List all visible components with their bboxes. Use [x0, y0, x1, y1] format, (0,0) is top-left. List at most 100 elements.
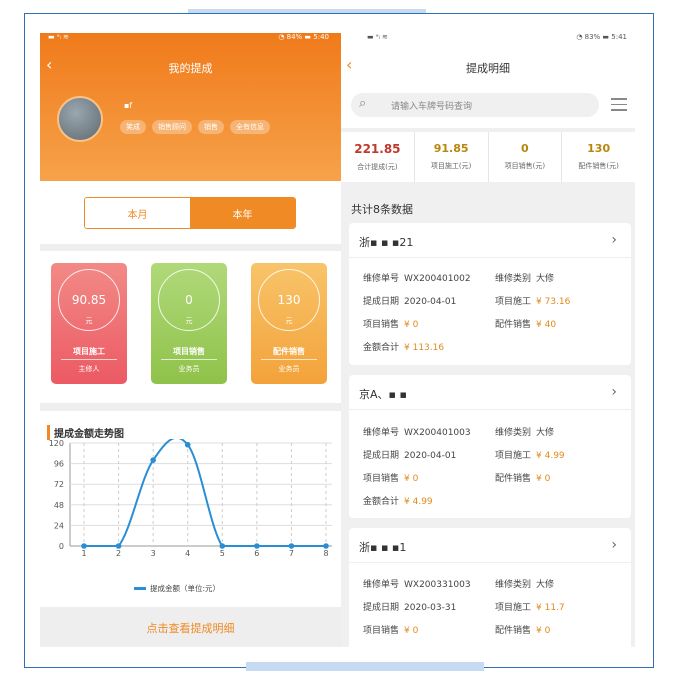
x-tick-label: 8 [323, 549, 328, 558]
card-divider [161, 359, 217, 360]
card-label: 项目施工 [73, 347, 105, 356]
value: ¥ 0 [536, 626, 551, 636]
x-tick-label: 4 [185, 549, 190, 558]
card-construction[interactable]: 90.85 元 项目施工 主修人 [51, 263, 127, 384]
record-card[interactable]: 京A、▪ ▪ › 维修单号 WX200401003 维修类别 大修 提成日期 2020… [349, 375, 631, 518]
card-project-sales[interactable]: 0 元 项目销售 业务员 [151, 263, 227, 384]
chevron-right-icon: › [611, 384, 617, 400]
tab-this-year[interactable]: 本年 [190, 198, 295, 228]
label: 维修单号 [363, 274, 400, 284]
header: ▬ ᵃᵢ ≋ ◔ 83% ▬ 5:41 ‹ 提成明细 [341, 33, 635, 88]
data-point [254, 543, 260, 549]
value: 2020-03-31 [404, 603, 457, 613]
series-line [84, 439, 326, 547]
card-value: 130 [277, 293, 301, 307]
card-divider [61, 359, 117, 360]
card-unit: 元 [85, 317, 93, 325]
y-tick-label: 96 [54, 460, 64, 469]
tab-this-month[interactable]: 本月 [85, 198, 190, 228]
y-tick-label: 24 [54, 521, 64, 530]
value: ¥ 4.99 [536, 451, 565, 461]
period-toggle: 本月 本年 [84, 197, 296, 229]
label: 项目销售 [363, 320, 400, 330]
legend-swatch [134, 587, 146, 590]
value: ¥ 4.99 [404, 497, 433, 507]
stat-project-sales: 0 项目销售(元) [489, 132, 563, 182]
label: 金额合计 [363, 343, 400, 353]
card-role: 业务员 [278, 365, 300, 373]
value: ¥ 0 [536, 474, 551, 484]
stat-value: 221.85 [354, 142, 401, 156]
commission-overview-screen: ▬ ᵃᵢ ≋ ◔ 84% ▬ 5:40 ‹ 我的提成 ▪f 笑成 销售顾问 销售… [40, 33, 341, 647]
project-sales-row: 项目销售 ¥ 0 [363, 471, 418, 484]
card-parts-sales[interactable]: 130 元 配件销售 业务员 [251, 263, 327, 384]
label: 项目销售 [363, 474, 400, 484]
stat-label: 配件销售(元) [578, 162, 619, 170]
menu-icon[interactable] [611, 98, 627, 115]
order-no-row: 维修单号 WX200401002 [363, 271, 471, 284]
user-name: ▪f [124, 101, 133, 110]
project-sales-row: 项目销售 ¥ 0 [363, 623, 418, 636]
stat-value: 0 [521, 142, 529, 155]
view-details-link[interactable]: 点击查看提成明细 [40, 611, 341, 647]
card-label: 配件销售 [273, 347, 305, 356]
value: ¥ 0 [404, 626, 419, 636]
value: 大修 [536, 274, 555, 284]
plate-number: 浙▪ ▪ ▪1 [359, 541, 407, 554]
search-icon: ⌕ [359, 96, 367, 111]
parts-sales-row: 配件销售 ¥ 0 [495, 623, 550, 636]
x-tick-label: 3 [151, 549, 156, 558]
value: ¥ 40 [536, 320, 557, 330]
label: 配件销售 [495, 320, 532, 330]
legend-label: 提成金额（单位:元） [150, 584, 221, 593]
record-card[interactable]: 浙▪ ▪ ▪21 › 维修单号 WX200401002 维修类别 大修 提成日期 20… [349, 223, 631, 365]
value: 2020-04-01 [404, 451, 457, 461]
chevron-right-icon: › [611, 232, 617, 248]
project-sales-row: 项目销售 ¥ 0 [363, 317, 418, 330]
data-point [150, 457, 156, 463]
commission-detail-screen: ▬ ᵃᵢ ≋ ◔ 83% ▬ 5:41 ‹ 提成明细 ⌕ 请输入车牌号码查询 2… [341, 33, 635, 647]
label: 项目施工 [495, 603, 532, 613]
page-title: 提成明细 [466, 62, 510, 75]
parts-sales-row: 配件销售 ¥ 40 [495, 317, 556, 330]
user-tag: 全有信息 [230, 120, 270, 134]
stat-parts-sales: 130 配件销售(元) [562, 132, 635, 182]
commission-cards: 90.85 元 项目施工 主修人 0 元 项目销售 业务员 130 元 配件销售… [40, 251, 341, 403]
trend-line-chart: 0 24 48 72 96 120 1 2 3 4 5 6 7 8 [49, 439, 332, 558]
value: ¥ 0 [404, 474, 419, 484]
search-input[interactable]: ⌕ 请输入车牌号码查询 [351, 93, 599, 117]
user-tag: 笑成 [120, 120, 146, 134]
total-row: 金额合计 ¥ 113.16 [363, 340, 444, 353]
divider [349, 409, 631, 410]
label: 维修类别 [495, 428, 532, 438]
label: 项目施工 [495, 297, 532, 307]
label: 提成日期 [363, 603, 400, 613]
label: 配件销售 [495, 474, 532, 484]
status-bar-right: ◔ 84% ▬ 5:40 [278, 33, 329, 41]
decor-bar-bottom [246, 662, 484, 671]
label: 维修类别 [495, 580, 532, 590]
data-point [81, 543, 87, 549]
stat-construction: 91.85 项目施工(元) [415, 132, 489, 182]
value: ¥ 0 [404, 320, 419, 330]
status-bar-left: ▬ ᵃᵢ ≋ [48, 33, 69, 41]
construction-row: 项目施工 ¥ 11.7 [495, 600, 565, 613]
label: 提成日期 [363, 297, 400, 307]
label: 提成日期 [363, 451, 400, 461]
search-row: ⌕ 请输入车牌号码查询 [341, 88, 635, 128]
chart-legend: 提成金额（单位:元） [134, 583, 220, 594]
order-no-row: 维修单号 WX200331003 [363, 577, 471, 590]
status-bar-left: ▬ ᵃᵢ ≋ [367, 33, 388, 41]
data-point [323, 543, 329, 549]
card-unit: 元 [185, 317, 193, 325]
value: 大修 [536, 580, 555, 590]
record-card[interactable]: 浙▪ ▪ ▪1 › 维修单号 WX200331003 维修类别 大修 提成日期 202… [349, 528, 631, 647]
date-row: 提成日期 2020-03-31 [363, 600, 456, 613]
data-point [219, 543, 226, 549]
chevron-right-icon: › [611, 537, 617, 553]
search-placeholder: 请输入车牌号码查询 [391, 102, 473, 112]
user-tag: 销售 [198, 120, 224, 134]
avatar[interactable] [57, 96, 103, 142]
period-selector: 本月 本年 [40, 181, 341, 244]
date-row: 提成日期 2020-04-01 [363, 294, 456, 307]
